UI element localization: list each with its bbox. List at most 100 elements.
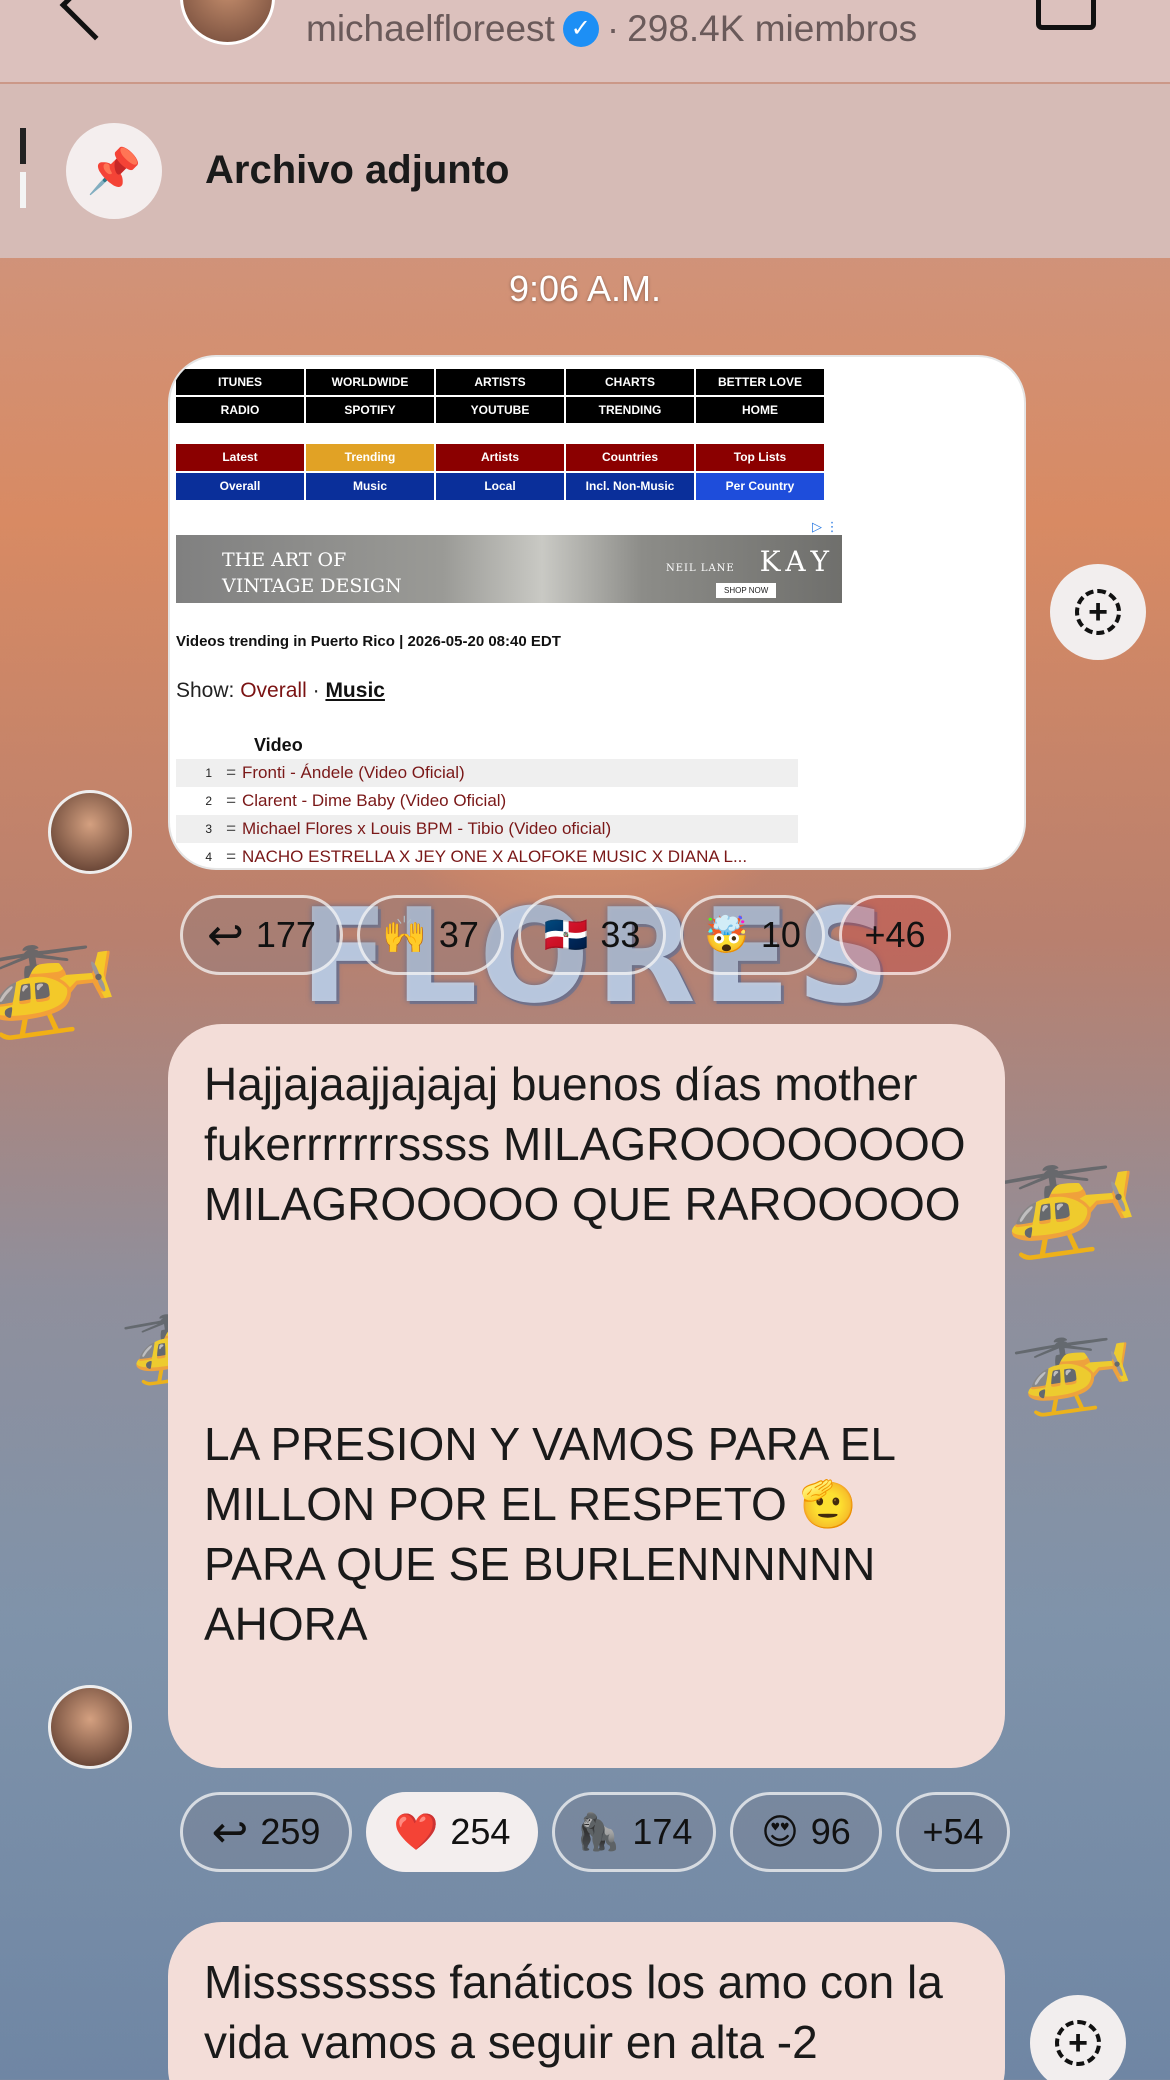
reaction-count: 33 (600, 914, 641, 955)
nav-item: ARTISTS (436, 369, 564, 395)
gorilla-icon: 🦍 (575, 1811, 621, 1852)
ad-choices-icon: ▷ ⋮ (812, 519, 839, 534)
member-count: 298.4K miembros (627, 8, 918, 49)
image-attachment[interactable]: ITUNES WORLDWIDE ARTISTS CHARTS BETTER L… (168, 355, 1026, 870)
nav-item: CHARTS (566, 369, 694, 395)
video-list: 1 = Fronti - Ándele (Video Oficial) 2 = … (176, 759, 798, 868)
reaction-chip[interactable]: 🦍 174 (552, 1792, 716, 1872)
nav-item: WORLDWIDE (306, 369, 434, 395)
ad-brand-name: KAY (759, 545, 835, 578)
site-categories: Latest Trending Artists Countries Top Li… (176, 444, 824, 500)
reaction-chip[interactable]: 😍 96 (730, 1792, 882, 1872)
category-item: Overall (176, 473, 304, 500)
pinned-message-bar[interactable] (0, 84, 1170, 258)
category-item: Artists (436, 444, 564, 471)
reaction-count: 96 (810, 1811, 851, 1852)
reaction-count: 37 (438, 914, 479, 955)
reply-icon: ↩ (211, 1807, 249, 1857)
ad-brand-small: NEIL LANE (666, 563, 735, 574)
helicopter-icon: 🚁 (0, 892, 128, 1046)
more-reactions-button[interactable]: +46 (839, 895, 951, 975)
reply-icon: ↩ (207, 910, 244, 960)
channel-subtitle: michaelfloreest ✓ · 298.4K miembros (306, 8, 917, 50)
pinned-indicator (20, 128, 26, 208)
rank-change: = (226, 819, 236, 838)
reply-count-button[interactable]: ↩ 259 (180, 1792, 352, 1872)
category-item: Local (436, 473, 564, 500)
show-overall: Overall (240, 679, 307, 702)
add-reaction-button[interactable]: + (1030, 1995, 1126, 2080)
category-item: Music (306, 473, 434, 500)
category-item: Latest (176, 444, 304, 471)
channel-handle: michaelfloreest (306, 8, 555, 49)
nav-item: SPOTIFY (306, 397, 434, 423)
message-timestamp: 9:06 A.M. (508, 268, 662, 309)
add-reaction-button[interactable]: + (1050, 564, 1146, 660)
video-title: Fronti - Ándele (Video Oficial) (242, 763, 465, 782)
helicopter-icon: 🚁 (981, 1112, 1148, 1266)
nav-item: BETTER LOVE (696, 369, 824, 395)
reply-count: 177 (255, 914, 316, 955)
more-reactions-button[interactable]: +54 (896, 1792, 1010, 1872)
reaction-chip[interactable]: ❤️ 254 (366, 1792, 538, 1872)
subtitle-separator: · (606, 8, 620, 49)
reaction-chip[interactable]: 🤯 10 (680, 895, 825, 975)
nav-item: TRENDING (566, 397, 694, 423)
message-bubble[interactable]: Missssssss fanáticos los amo con la vida… (168, 1922, 1005, 2080)
show-filter: Show: Overall · Music (176, 679, 385, 703)
ad-brand: NEIL LANE KAY (666, 545, 835, 578)
reaction-count: 10 (760, 914, 801, 955)
channel-header: michaelfloreest ✓ · 298.4K miembros (0, 0, 1170, 82)
rank: 1 (205, 766, 212, 780)
video-title: NACHO ESTRELLA X JEY ONE X ALOFOKE MUSIC… (242, 847, 748, 866)
reaction-bar: ↩ 177 🙌 37 🇩🇴 33 🤯 10 +46 (180, 895, 951, 975)
category-item: Incl. Non-Music (566, 473, 694, 500)
dominican-flag-icon: 🇩🇴 (543, 914, 589, 955)
nav-item: ITUNES (176, 369, 304, 395)
ad-line: THE ART OF (222, 549, 347, 571)
reaction-chip[interactable]: 🙌 37 (357, 895, 504, 975)
ad-cta: SHOP NOW (716, 583, 777, 598)
show-label: Show: (176, 679, 235, 702)
video-title: Michael Flores x Louis BPM - Tibio (Vide… (242, 819, 612, 838)
rank-change: = (226, 763, 236, 782)
reaction-count: 254 (450, 1811, 511, 1852)
raised-hands-icon: 🙌 (382, 914, 427, 955)
reply-count: 259 (260, 1811, 321, 1852)
list-item: 3 = Michael Flores x Louis BPM - Tibio (… (176, 815, 798, 843)
add-icon: + (1075, 589, 1121, 635)
list-item: 1 = Fronti - Ándele (Video Oficial) (176, 759, 798, 787)
category-item: Trending (306, 444, 434, 471)
list-item: 2 = Clarent - Dime Baby (Video Oficial) (176, 787, 798, 815)
ad-headline: THE ART OF VINTAGE DESIGN (222, 547, 402, 599)
channel-avatar[interactable] (180, 0, 275, 45)
reply-count-button[interactable]: ↩ 177 (180, 895, 343, 975)
add-icon: + (1055, 2020, 1101, 2066)
nav-item: HOME (696, 397, 824, 423)
reaction-chip[interactable]: 🇩🇴 33 (518, 895, 666, 975)
pinned-message-label: Archivo adjunto (205, 148, 510, 192)
helicopter-icon: 🚁 (1002, 1293, 1142, 1423)
ad-line: VINTAGE DESIGN (222, 575, 402, 597)
back-arrow-icon[interactable] (59, 0, 131, 41)
message-bubble[interactable]: Hajjajaajjajajaj buenos días mother fuke… (168, 1024, 1005, 1768)
ad-banner: THE ART OF VINTAGE DESIGN NEIL LANE KAY … (176, 535, 842, 603)
video-title: Clarent - Dime Baby (Video Oficial) (242, 791, 507, 810)
video-column-header: Video (254, 735, 303, 755)
heart-icon: ❤️ (393, 1811, 439, 1852)
rank-change: = (226, 791, 236, 810)
nav-item: YOUTUBE (436, 397, 564, 423)
rank: 2 (205, 794, 212, 808)
heart-eyes-icon: 😍 (761, 1811, 799, 1852)
reaction-count: 174 (632, 1811, 693, 1852)
bell-icon[interactable] (1036, 0, 1096, 30)
rank-change: = (226, 847, 236, 866)
sender-avatar[interactable] (48, 1685, 132, 1769)
sender-avatar[interactable] (48, 790, 132, 874)
pin-icon: 📌 (66, 123, 162, 219)
nav-item: RADIO (176, 397, 304, 423)
verified-badge-icon: ✓ (562, 11, 599, 47)
list-item: 4 = NACHO ESTRELLA X JEY ONE X ALOFOKE M… (176, 843, 798, 868)
mind-blown-icon: 🤯 (704, 914, 749, 955)
site-nav: ITUNES WORLDWIDE ARTISTS CHARTS BETTER L… (176, 369, 824, 423)
